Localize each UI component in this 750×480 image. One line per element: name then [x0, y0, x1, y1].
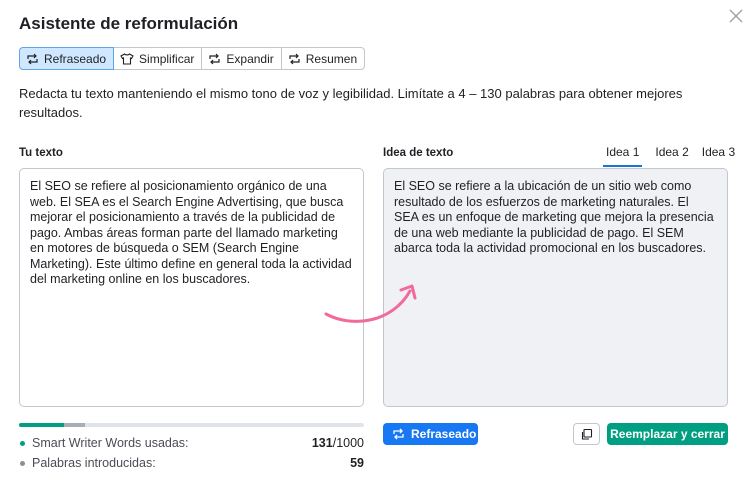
replace-and-close-button[interactable]: Reemplazar y cerrar	[607, 423, 728, 445]
mode-label: Resumen	[305, 51, 358, 66]
stat-words-entered: Palabras introducidas: 59	[19, 456, 364, 470]
rephrase-icon	[27, 53, 38, 64]
mode-summary-button[interactable]: Resumen	[280, 47, 366, 70]
copy-icon	[581, 428, 593, 440]
close-icon[interactable]	[726, 6, 746, 26]
stat-value: 131/1000	[311, 436, 364, 450]
mode-expand-button[interactable]: Expandir	[201, 47, 282, 70]
usage-progress-bar	[19, 423, 364, 427]
rephrase-button[interactable]: Refraseado	[383, 423, 478, 445]
idea-tabs: Idea 1 Idea 2 Idea 3	[603, 145, 735, 167]
input-label: Tu texto	[19, 147, 63, 159]
green-dot-icon	[20, 440, 25, 446]
mode-selector: Refraseado Simplificar Expandir Resumen	[19, 47, 366, 70]
rephrase-icon	[209, 53, 220, 64]
rephrase-icon	[393, 428, 404, 440]
stat-words-used: Smart Writer Words usadas: 131/1000	[19, 436, 364, 450]
input-textarea[interactable]: El SEO se refiere al posicionamiento org…	[19, 168, 364, 407]
progress-entered	[64, 423, 85, 427]
progress-used	[19, 423, 65, 427]
shirt-icon	[120, 52, 134, 65]
tab-idea-2[interactable]: Idea 2	[655, 145, 688, 167]
instructions-text: Redacta tu texto manteniendo el mismo to…	[19, 86, 683, 120]
tab-idea-1[interactable]: Idea 1	[603, 145, 643, 167]
output-label: Idea de texto	[383, 147, 454, 159]
mode-simplify-button[interactable]: Simplificar	[113, 47, 203, 70]
mode-rephrase-button[interactable]: Refraseado	[19, 47, 115, 70]
stat-label: Smart Writer Words usadas:	[32, 436, 189, 450]
arrow-icon	[324, 284, 417, 323]
rephrase-button-label: Refraseado	[411, 427, 477, 441]
tab-idea-3[interactable]: Idea 3	[702, 145, 735, 167]
dialog-title: Asistente de reformulación	[19, 14, 239, 33]
mode-label: Expandir	[226, 51, 274, 66]
output-text: El SEO se refiere a la ubicación de un s…	[383, 168, 728, 407]
stat-label: Palabras introducidas:	[32, 456, 156, 470]
stat-value: 59	[350, 456, 364, 470]
mode-label: Simplificar	[139, 51, 195, 66]
mode-label: Refraseado	[44, 51, 107, 66]
copy-button[interactable]	[573, 423, 600, 445]
gray-dot-icon	[20, 460, 25, 466]
rephrase-icon	[289, 53, 300, 64]
